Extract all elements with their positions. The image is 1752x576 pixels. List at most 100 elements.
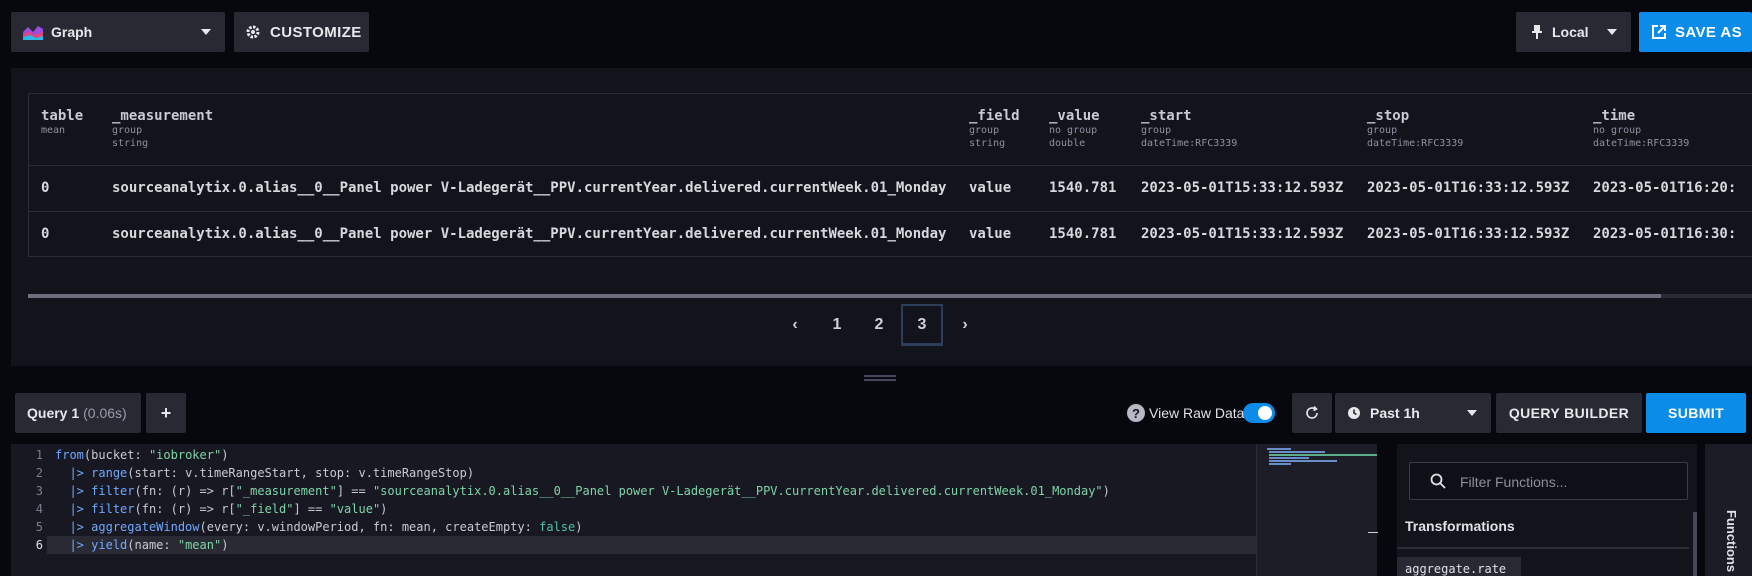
column-name: _field (969, 108, 1020, 124)
column-type: dateTime:RFC3339 (1593, 138, 1690, 149)
line-number: 4 (35, 502, 43, 516)
functions-tab-label: Functions (1724, 510, 1739, 573)
customize-label: CUSTOMIZE (270, 23, 362, 41)
visualization-type-label: Graph (51, 24, 93, 40)
table-cell: 2023-05-01T16:30: (1593, 226, 1737, 242)
line-number: 2 (35, 466, 43, 480)
chevron-down-icon (201, 29, 211, 35)
gear-icon (246, 25, 260, 39)
column-name: _stop (1367, 108, 1410, 124)
table-row: 0 sourceanalytix.0.alias__0__Panel power… (29, 165, 1752, 211)
column-name: _value (1049, 108, 1100, 124)
table-cell: 2023-05-01T16:33:12.593Z (1367, 226, 1570, 242)
minimap-line (1267, 448, 1291, 450)
function-category-heading: Transformations (1405, 518, 1515, 534)
column-header-start[interactable]: _start group dateTime:RFC3339 (1141, 94, 1237, 164)
column-name: table (41, 108, 84, 124)
function-item[interactable]: aggregate.rate (1397, 557, 1521, 576)
minimap-line (1269, 460, 1337, 462)
flux-code-editor[interactable]: 1 2 3 4 5 6 from(bucket: "iobroker") |> … (11, 444, 1256, 576)
submit-button[interactable]: SUBMIT (1646, 393, 1746, 433)
line-number: 6 (35, 538, 43, 552)
query-tab[interactable]: Query 1 (0.06s) (15, 393, 141, 433)
line-number: 5 (35, 520, 43, 534)
code-line: from(bucket: "iobroker") (55, 448, 229, 462)
table-cell: sourceanalytix.0.alias__0__Panel power V… (112, 180, 947, 196)
minimap-line (1269, 451, 1325, 453)
add-query-button[interactable]: + (146, 393, 186, 433)
refresh-button[interactable] (1292, 393, 1332, 433)
code-line: |> filter(fn: (r) => r["_measurement"] =… (69, 484, 1110, 498)
column-type: dateTime:RFC3339 (1367, 138, 1464, 149)
table-cell: 1540.781 (1049, 226, 1117, 242)
query-name: Query 1 (27, 405, 80, 421)
clock-icon (1348, 407, 1360, 419)
table-cell: 2023-05-01T16:33:12.593Z (1367, 180, 1570, 196)
column-header-measurement[interactable]: _measurement group string (112, 94, 213, 164)
column-group: group (112, 125, 143, 136)
code-line: |> aggregateWindow(every: v.windowPeriod… (69, 520, 583, 534)
table-cell: value (969, 226, 1012, 242)
functions-panel-tab[interactable]: Functions (1705, 444, 1752, 576)
table-cell: 2023-05-01T16:20: (1593, 180, 1737, 196)
functions-panel: Filter Functions... Transformations aggr… (1397, 444, 1697, 576)
page-button-2[interactable]: 2 (858, 304, 900, 346)
column-group: group (1141, 125, 1172, 136)
view-raw-data-toggle[interactable] (1243, 403, 1275, 423)
query-builder-button[interactable]: QUERY BUILDER (1496, 393, 1642, 433)
table-cell: sourceanalytix.0.alias__0__Panel power V… (112, 226, 947, 242)
customize-button[interactable]: CUSTOMIZE (234, 12, 369, 52)
column-header-value[interactable]: _value no group double (1049, 94, 1100, 164)
timezone-dropdown[interactable]: Local (1516, 12, 1631, 52)
next-page-button[interactable]: › (944, 304, 986, 346)
scrollbar-thumb[interactable] (28, 294, 1661, 298)
help-icon[interactable]: ? (1127, 404, 1145, 422)
filter-functions-input[interactable]: Filter Functions... (1409, 462, 1688, 500)
code-line: |> range(start: v.timeRangeStart, stop: … (69, 466, 475, 480)
column-group: no group (1049, 125, 1098, 136)
column-header-table[interactable]: table mean (41, 94, 83, 164)
table-cell: 1540.781 (1049, 180, 1117, 196)
column-group: group (1367, 125, 1398, 136)
column-group: group (969, 125, 1000, 136)
column-group: no group (1593, 125, 1642, 136)
code-line: |> yield(name: "mean") (69, 538, 229, 552)
editor-minimap[interactable] (1256, 444, 1378, 576)
minimap-line (1269, 454, 1377, 456)
save-as-label: SAVE AS (1675, 23, 1742, 41)
minimap-line (1269, 457, 1309, 459)
search-icon (1430, 473, 1446, 489)
export-icon (1652, 25, 1666, 39)
panel-resize-handle[interactable] (864, 375, 896, 381)
visualization-type-dropdown[interactable]: Graph (11, 12, 225, 52)
chevron-down-icon (1467, 410, 1477, 416)
refresh-icon (1306, 406, 1318, 419)
table-cell: 0 (41, 226, 50, 242)
time-range-dropdown[interactable]: Past 1h (1335, 393, 1491, 433)
time-range-label: Past 1h (1370, 405, 1420, 421)
page-button-3[interactable]: 3 (901, 304, 943, 346)
column-header-time[interactable]: _time no group dateTime:RFC3339 (1593, 94, 1689, 164)
view-raw-data-label[interactable]: View Raw Data (1149, 405, 1244, 421)
save-as-button[interactable]: SAVE AS (1639, 12, 1752, 52)
table-cell: 2023-05-01T15:33:12.593Z (1141, 226, 1344, 242)
column-header-field[interactable]: _field group string (969, 94, 1020, 164)
table-cell: value (969, 180, 1012, 196)
timezone-label: Local (1552, 24, 1589, 40)
page-button-1[interactable]: 1 (816, 304, 858, 346)
line-number: 3 (35, 484, 43, 498)
column-type: dateTime:RFC3339 (1141, 138, 1238, 149)
horizontal-scrollbar[interactable] (28, 294, 1752, 298)
chevron-down-icon (1607, 29, 1617, 35)
column-header-stop[interactable]: _stop group dateTime:RFC3339 (1367, 94, 1463, 164)
results-table: table mean _measurement group string _fi… (28, 93, 1752, 257)
functions-scrollbar[interactable] (1693, 512, 1697, 576)
toggle-knob (1258, 406, 1272, 420)
pin-icon (1532, 25, 1542, 39)
table-cell: 0 (41, 180, 50, 196)
minimap-line (1269, 463, 1291, 465)
prev-page-button[interactable]: ‹ (774, 304, 816, 346)
column-type: double (1049, 138, 1086, 149)
column-name: _time (1593, 108, 1636, 124)
minimap-cursor (1368, 532, 1378, 533)
